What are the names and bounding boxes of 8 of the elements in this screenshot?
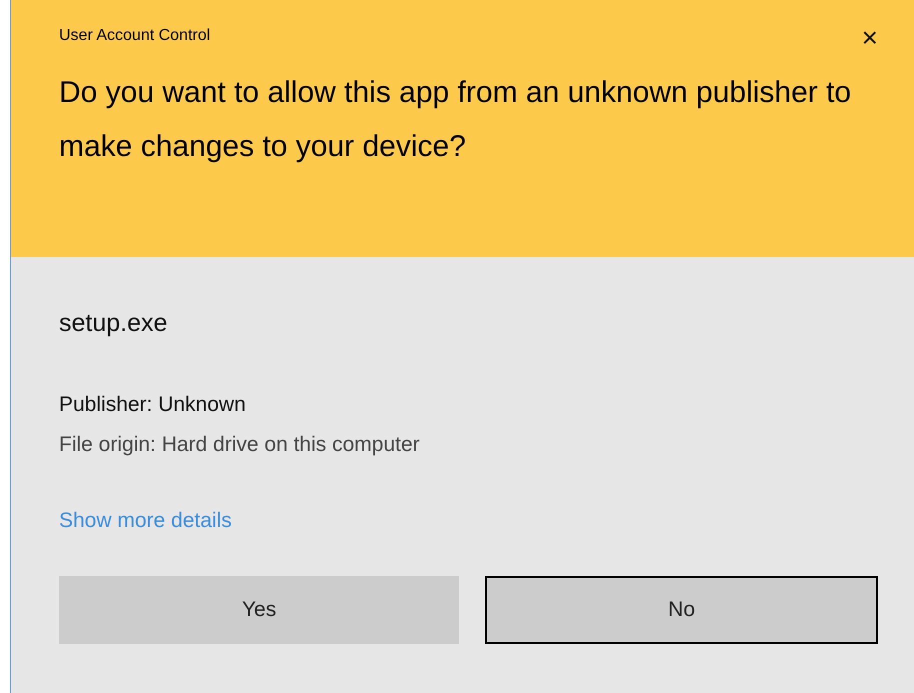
window-title: User Account Control (59, 26, 210, 46)
question-text: Do you want to allow this app from an unknown publisher to make changes to your device? (59, 75, 852, 165)
detail-text: File origin: Hard drive on this computer (59, 432, 421, 458)
detail-text: Publisher: Unknown (59, 392, 247, 418)
program-name: setup.exe (59, 308, 168, 339)
close-button[interactable]: × (858, 24, 882, 52)
dialog-button[interactable]: No (485, 576, 878, 644)
dialog-button[interactable]: Yes (59, 576, 460, 644)
